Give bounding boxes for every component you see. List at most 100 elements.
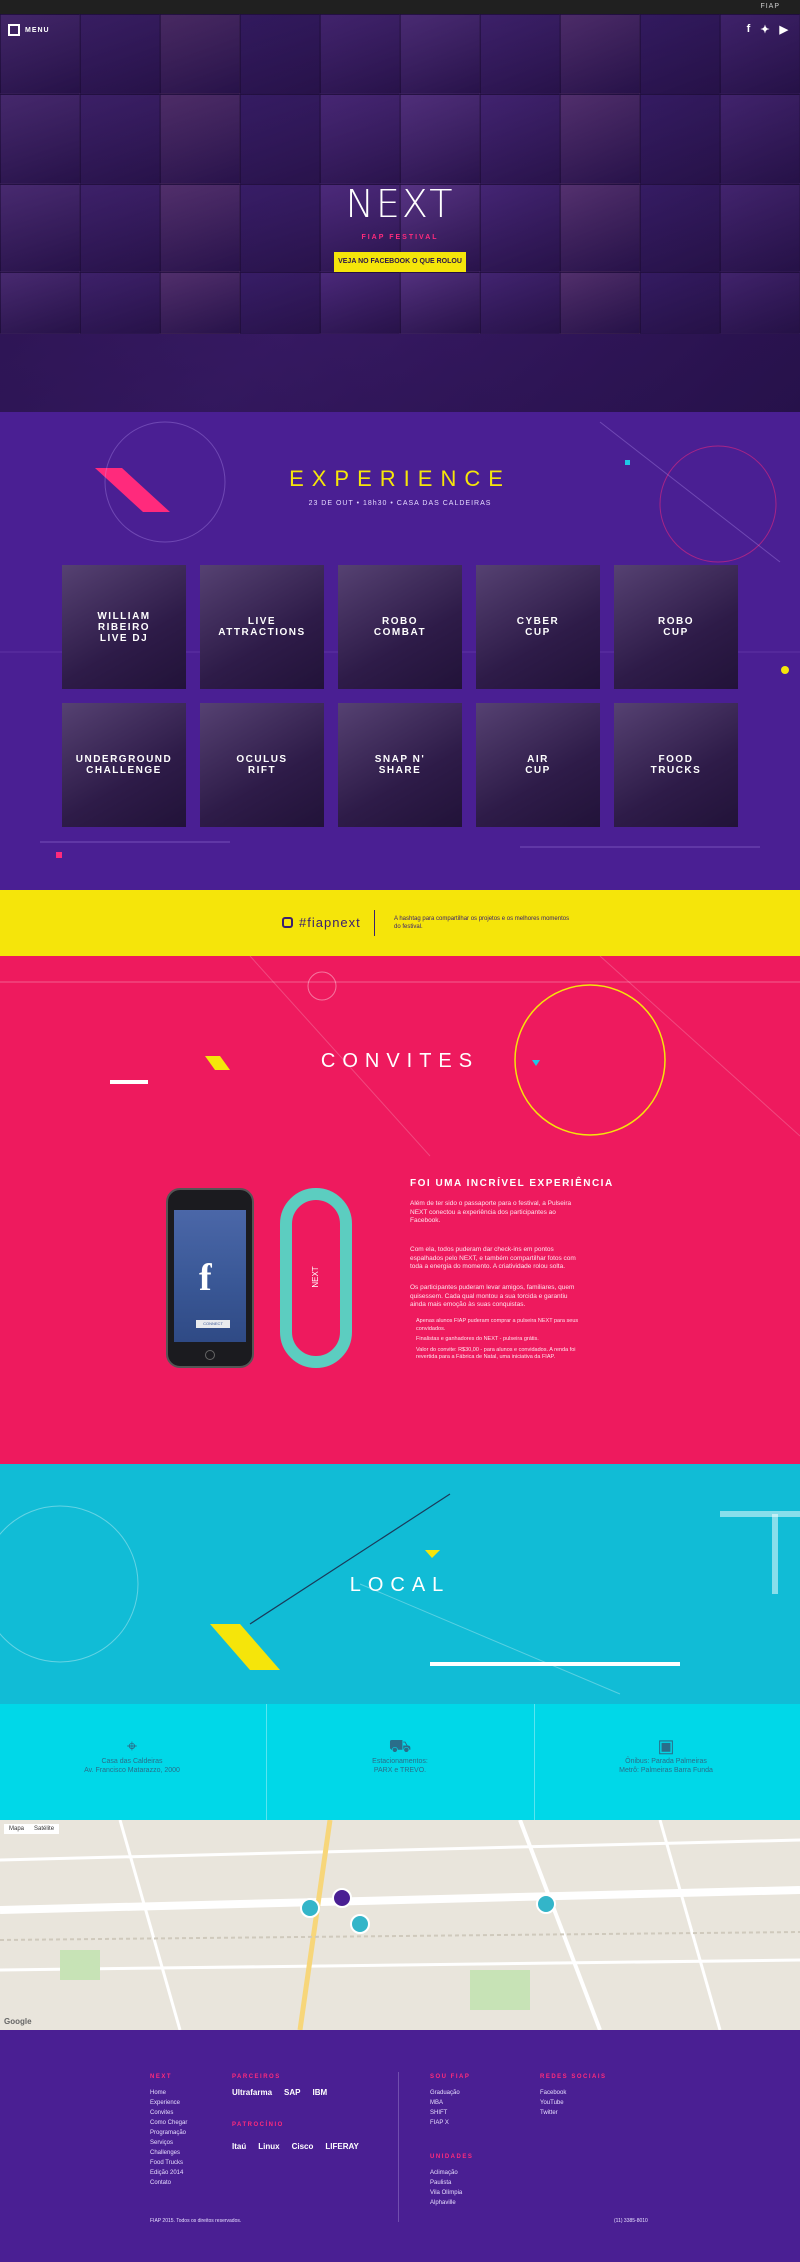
card-label: UNDERGROUND CHALLENGE <box>75 754 173 776</box>
footer-link[interactable]: Food Trucks <box>150 2158 187 2168</box>
card-snap-n-share[interactable]: SNAP N' SHARE <box>338 703 462 827</box>
experience-section: EXPERIENCE 23 DE OUT • 18h30 • CASA DAS … <box>0 412 800 890</box>
transit-info: ▣ Ônibus: Parada Palmeiras Metrô: Palmei… <box>566 1736 766 1775</box>
card-label: SNAP N' SHARE <box>374 754 426 776</box>
sponsor-logo[interactable]: LIFERAY <box>325 2142 359 2151</box>
map-provider-logo: Google <box>4 2017 32 2026</box>
footer-link[interactable]: Graduação <box>430 2088 460 2098</box>
footer-link[interactable]: Aclimação <box>430 2168 462 2178</box>
footer-unidades-title: UNIDADES <box>430 2154 474 2160</box>
location-line-1: Casa das Caldeiras <box>101 1758 163 1765</box>
card-oculus-rift[interactable]: OCULUS RIFT <box>200 703 324 827</box>
parking-info: ⛟ Estacionamentos: PARX e TREVO. <box>300 1737 500 1775</box>
local-title: LOCAL <box>349 1574 451 1596</box>
location-pin-icon[interactable] <box>300 1898 320 1918</box>
parking-pin-icon[interactable] <box>350 1914 370 1934</box>
social-links: f ✦ ▶ <box>747 23 788 36</box>
menu-button[interactable]: MENU <box>8 24 50 36</box>
info-divider <box>266 1704 267 1820</box>
footer-separator <box>398 2072 399 2222</box>
info-divider <box>534 1704 535 1820</box>
footer-link[interactable]: Convites <box>150 2108 187 2118</box>
footer-link[interactable]: Serviços <box>150 2138 187 2148</box>
card-food-trucks[interactable]: FOOD TRUCKS <box>614 703 738 827</box>
footer-link[interactable]: SHIFT <box>430 2108 460 2118</box>
convites-paragraph-3: Os participantes puderam levar amigos, f… <box>410 1284 575 1308</box>
footer-link[interactable]: Como Chegar <box>150 2118 187 2128</box>
logo-word: NEXT <box>345 182 455 226</box>
footer-link[interactable]: FIAP X <box>430 2118 460 2128</box>
footer-next-links: Home Experience Convites Como Chegar Pro… <box>150 2088 187 2188</box>
card-air-cup[interactable]: AIR CUP <box>476 703 600 827</box>
footer-next-title: NEXT <box>150 2074 173 2080</box>
local-section: LOCAL <box>0 1464 800 1704</box>
twitter-icon[interactable]: ✦ <box>760 23 769 36</box>
location-map[interactable]: Mapa Satélite Google <box>0 1820 800 2030</box>
bus-icon: ▣ <box>657 1736 675 1756</box>
sponsor-logo[interactable]: Linux <box>258 2142 279 2151</box>
hashtag-separator <box>374 910 375 936</box>
card-live-attractions[interactable]: LIVE ATTRACTIONS <box>200 565 324 689</box>
footer-soufiap-links: Graduação MBA SHIFT FIAP X <box>430 2088 460 2128</box>
convites-heading: FOI UMA INCRÍVEL EXPERIÊNCIA <box>410 1178 614 1189</box>
footer-link[interactable]: Contato <box>150 2178 187 2188</box>
sponsor-logo[interactable]: Cisco <box>292 2142 314 2151</box>
experience-title: EXPERIENCE <box>289 466 511 491</box>
top-brand: FIAP <box>760 3 780 10</box>
footer-link[interactable]: Alphaville <box>430 2198 462 2208</box>
convites-title: CONVITES <box>320 1050 480 1072</box>
phone-screen: f CONNECT <box>174 1210 246 1342</box>
footer-link[interactable]: Edição 2014 <box>150 2168 187 2178</box>
card-label: AIR CUP <box>525 754 551 776</box>
facebook-icon[interactable]: f <box>747 23 751 36</box>
partner-logos: Ultrafarma SAP IBM <box>232 2088 327 2097</box>
hashtag-link[interactable]: #fiapnext <box>282 915 361 930</box>
card-william-ribeiro[interactable]: WILLIAM RIBEIRO LIVE DJ <box>62 565 186 689</box>
footer-soufiap-title: SOU FIAP <box>430 2074 471 2080</box>
footer-link[interactable]: Home <box>150 2088 187 2098</box>
bus-pin-icon[interactable] <box>536 1894 556 1914</box>
menu-label: MENU <box>25 26 50 34</box>
footer-patrocinio-title: PATROCÍNIO <box>232 2122 284 2128</box>
footer-link[interactable]: Facebook <box>540 2088 566 2098</box>
footer-link[interactable]: MBA <box>430 2098 460 2108</box>
convites-bullets: Apenas alunos FIAP puderam comprar a pul… <box>416 1318 580 1362</box>
hashtag-description: A hashtag para compartilhar os projetos … <box>394 916 570 930</box>
connect-button: CONNECT <box>196 1320 230 1328</box>
facebook-cta-button[interactable]: VEJA NO FACEBOOK O QUE ROLOU <box>334 252 466 272</box>
hashtag-bar: #fiapnext A hashtag para compartilhar os… <box>0 890 800 956</box>
partner-logo[interactable]: Ultrafarma <box>232 2088 272 2097</box>
footer-link[interactable]: Experience <box>150 2098 187 2108</box>
hashtag-text: #fiapnext <box>299 915 361 930</box>
card-label: OCULUS RIFT <box>236 754 288 776</box>
card-label: LIVE ATTRACTIONS <box>218 616 306 638</box>
footer-parceiros-title: PARCEIROS <box>232 2074 281 2080</box>
card-robo-cup[interactable]: ROBO CUP <box>614 565 738 689</box>
footer-link[interactable]: Programação <box>150 2128 187 2138</box>
card-underground-challenge[interactable]: UNDERGROUND CHALLENGE <box>62 703 186 827</box>
footer-link[interactable]: Paulista <box>430 2178 462 2188</box>
convites-decor <box>0 956 800 1157</box>
footer-link[interactable]: Vila Olímpia <box>430 2188 462 2198</box>
card-label: ROBO COMBAT <box>373 616 427 638</box>
youtube-icon[interactable]: ▶ <box>780 23 788 36</box>
footer-link[interactable]: Twitter <box>540 2108 566 2118</box>
sponsor-logo[interactable]: Itaú <box>232 2142 246 2151</box>
footer-link[interactable]: YouTube <box>540 2098 566 2108</box>
browser-top-bar: FIAP <box>0 0 800 14</box>
card-label: WILLIAM RIBEIRO LIVE DJ <box>97 610 151 644</box>
partner-logo[interactable]: SAP <box>284 2088 300 2097</box>
logo-subtitle: FIAP FESTIVAL <box>361 234 439 241</box>
next-logo: NEXT FIAP FESTIVAL <box>330 182 470 244</box>
footer-redes-title: REDES SOCIAIS <box>540 2074 607 2080</box>
footer-link[interactable]: Challenges <box>150 2148 187 2158</box>
menu-icon <box>8 24 20 36</box>
map-tab-map[interactable]: Mapa <box>4 1824 29 1834</box>
card-robo-combat[interactable]: ROBO COMBAT <box>338 565 462 689</box>
convites-bullet: Valor do convite: R$30,00 - para alunos … <box>416 1346 576 1361</box>
card-cyber-cup[interactable]: CYBER CUP <box>476 565 600 689</box>
footer-redes-links: Facebook YouTube Twitter <box>540 2088 566 2118</box>
partner-logo[interactable]: IBM <box>312 2088 327 2097</box>
map-tab-satellite[interactable]: Satélite <box>29 1824 59 1834</box>
event-location-pin-icon[interactable] <box>332 1888 352 1908</box>
